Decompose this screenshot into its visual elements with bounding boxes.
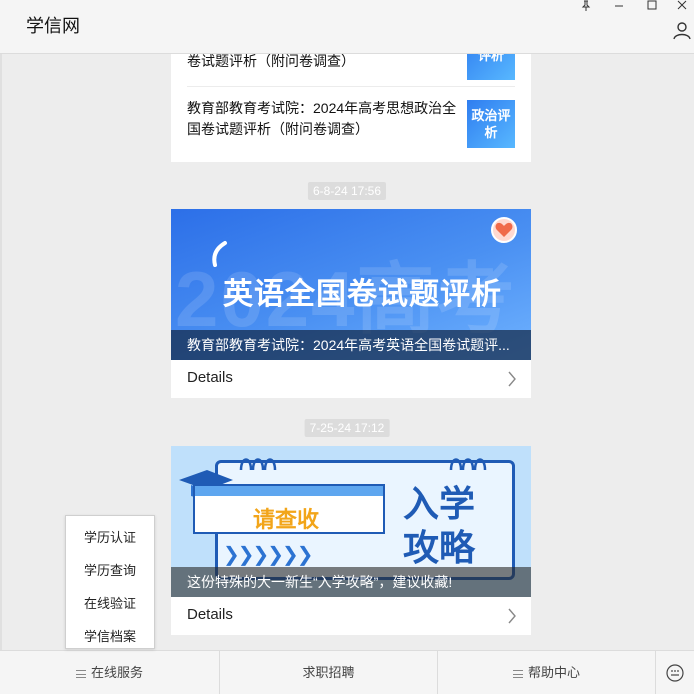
menu-online-services[interactable]: 在线服务	[0, 651, 219, 694]
details-label: Details	[187, 369, 233, 386]
menu-item-online-verification[interactable]: 在线验证	[66, 593, 154, 612]
bottom-menu-bar: 在线服务 求职招聘 帮助中心	[0, 650, 694, 694]
app-title: 学信网	[26, 16, 80, 36]
news-card: 卷试题评析（附问卷调查） 评析 教育部教育考试院：2024年高考思想政治全国卷试…	[171, 54, 531, 162]
menu-job-recruitment[interactable]: 求职招聘	[220, 651, 437, 694]
timestamp: 7-25-24 17:12	[304, 419, 390, 437]
menu-item-student-archive[interactable]: 学信档案	[66, 626, 154, 645]
details-link[interactable]: Details	[171, 597, 531, 635]
keyboard-icon	[666, 664, 684, 682]
banner-right-text: 入学	[403, 483, 476, 524]
banner-headline: 英语全国卷试题评析	[223, 278, 502, 311]
chevron-right-icon	[508, 371, 516, 387]
article-card[interactable]: 2024高考 英语全国卷试题评析 教育部教育考试院：2024年高考英语全国卷试题…	[171, 209, 531, 398]
timestamp: 6-8-24 17:56	[307, 182, 387, 200]
title-bar: 学信网	[0, 0, 694, 54]
details-label: Details	[187, 606, 233, 623]
banner-right-text: 攻略	[403, 527, 476, 568]
menu-item-education-certification[interactable]: 学历认证	[66, 527, 154, 546]
news-title: 卷试题评析（附问卷调查）	[187, 54, 355, 69]
minimize-icon[interactable]	[609, 0, 629, 12]
article-caption: 教育部教育考试院：2024年高考英语全国卷试题评...	[171, 330, 531, 360]
news-thumbnail: 政治评析	[467, 100, 515, 148]
article-caption: 这份特殊的大一新生“入学攻略”，建议收藏!	[171, 567, 531, 597]
article-banner: 2024高考 英语全国卷试题评析 教育部教育考试院：2024年高考英语全国卷试题…	[171, 209, 531, 360]
calendar-rings	[231, 452, 511, 471]
message-box: 请查收	[193, 484, 385, 534]
menu-label: 在线服务	[90, 665, 143, 680]
keyboard-toggle[interactable]	[656, 651, 694, 694]
menu-label: 求职招聘	[302, 665, 355, 680]
news-thumbnail: 评析	[467, 54, 515, 80]
divider	[187, 86, 515, 87]
pin-icon[interactable]	[576, 0, 596, 12]
close-icon[interactable]	[672, 0, 692, 12]
menu-icon	[75, 669, 86, 678]
menu-item-education-inquiry[interactable]: 学历查询	[66, 560, 154, 579]
article-card[interactable]: 请查收 ❯❯❯❯❯❯ 入学 攻略 这份特殊的大一新生“入学攻略”，建议收藏! D…	[171, 446, 531, 635]
news-item[interactable]: 教育部教育考试院：2024年高考思想政治全国卷试题评析（附问卷调查） 政治评析	[187, 96, 515, 152]
banner-left-text: 请查收	[253, 507, 320, 532]
menu-icon	[512, 669, 523, 678]
menu-help-center[interactable]: 帮助中心	[438, 651, 655, 694]
heart-icon	[491, 217, 517, 243]
news-title: 教育部教育考试院：2024年高考思想政治全国卷试题评析（附问卷调查）	[187, 100, 457, 137]
details-link[interactable]: Details	[171, 360, 531, 398]
user-icon[interactable]	[672, 20, 692, 40]
arrows-decoration: ❯❯❯❯❯❯	[223, 544, 314, 566]
maximize-icon[interactable]	[642, 0, 662, 12]
article-banner: 请查收 ❯❯❯❯❯❯ 入学 攻略 这份特殊的大一新生“入学攻略”，建议收藏!	[171, 446, 531, 597]
chevron-right-icon	[508, 608, 516, 624]
news-item[interactable]: 卷试题评析（附问卷调查） 评析	[187, 54, 515, 84]
menu-label: 帮助中心	[527, 665, 580, 680]
service-popup-menu: 学历认证 学历查询 在线验证 学信档案	[65, 515, 155, 649]
